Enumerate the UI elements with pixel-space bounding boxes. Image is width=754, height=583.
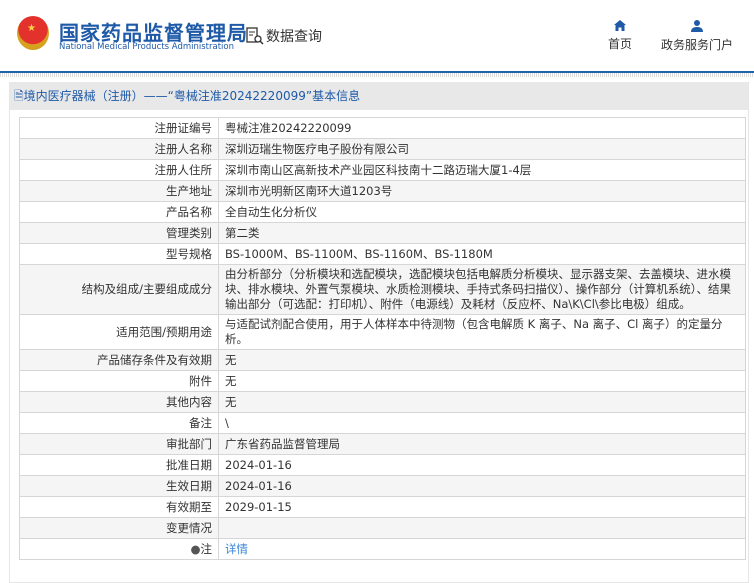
field-label: 其他内容 [19,391,219,413]
table-row: 审批部门 广东省药品监督管理局 [19,433,746,455]
field-value: 无 [218,349,746,371]
field-label: 备注 [19,412,219,434]
table-row: 产品储存条件及有效期无 [19,349,746,371]
field-label: 适用范围/预期用途 [19,314,219,350]
field-label: 注册证编号 [19,117,219,139]
field-label: 注册人名称 [19,138,219,160]
table-row: 附件无 [19,370,746,392]
details-link[interactable]: 详情 [225,542,248,556]
data-query-label: 数据查询 [266,29,322,45]
national-emblem-logo: ★ [17,16,49,50]
panel-title: 🗎境内医疗器械（注册）——“粤械注准20242220099”基本信息 [10,82,748,110]
table-row: 生产地址 深圳市光明新区南环大道1203号 [19,180,746,202]
table-row: 批准日期 2024-01-16 [19,454,746,476]
field-label: 变更情况 [19,517,219,539]
field-value: \ [218,412,746,434]
field-label: 管理类别 [19,222,219,244]
divider [0,73,754,77]
panel-title-text: 境内医疗器械（注册）——“粤械注准20242220099”基本信息 [23,89,361,103]
field-value: 2024-01-16 [218,454,746,476]
user-icon [691,20,703,32]
table-row-note: ●注 详情 [19,538,746,560]
home-icon [614,20,626,31]
nav-home[interactable]: 首页 [608,20,632,52]
field-label: 注册人住所 [19,159,219,181]
field-label: 产品储存条件及有效期 [19,349,219,371]
field-value: 深圳市南山区高新技术产业园区科技南十二路迈瑞大厦1-4层 [218,159,746,181]
detail-table: 注册证编号 粤械注准20242220099 注册人名称 深圳迈瑞生物医疗电子股份有限公… [19,117,746,560]
table-row: 适用范围/预期用途 与适配试剂配合使用，用于人体样本中待测物（包含电解质 K 离子… [19,314,746,350]
detail-panel: 🗎境内医疗器械（注册）——“粤械注准20242220099”基本信息 注册证编号… [9,82,749,583]
field-label: 批准日期 [19,454,219,476]
note-label: 注 [200,541,213,556]
table-row: 有效期至 2029-01-15 [19,496,746,518]
table-row: 注册人住所 深圳市南山区高新技术产业园区科技南十二路迈瑞大厦1-4层 [19,159,746,181]
document-search-icon [246,27,264,45]
field-value: 无 [218,370,746,392]
table-row: 管理类别 第二类 [19,222,746,244]
field-label: 结构及组成/主要组成成分 [19,264,219,315]
field-label: 附件 [19,370,219,392]
field-label: 型号规格 [19,243,219,265]
table-row: 产品名称 全自动生化分析仪 [19,201,746,223]
table-row: 其他内容无 [19,391,746,413]
field-value: 第二类 [218,222,746,244]
field-value: 与适配试剂配合使用，用于人体样本中待测物（包含电解质 K 离子、Na 离子、Cl… [218,314,746,350]
document-icon: 🗎 [14,89,24,103]
lightbulb-icon: ● [190,541,201,556]
field-value: 深圳迈瑞生物医疗电子股份有限公司 [218,138,746,160]
nav-home-label: 首页 [608,37,633,51]
table-row: 生效日期 2024-01-16 [19,475,746,497]
table-row: 注册证编号 粤械注准20242220099 [19,117,746,139]
nav-government-portal[interactable]: 政务服务门户 [661,20,733,53]
field-value: 全自动生化分析仪 [218,201,746,223]
table-row: 注册人名称 深圳迈瑞生物医疗电子股份有限公司 [19,138,746,160]
field-value: 2029-01-15 [218,496,746,518]
field-value: 2024-01-16 [218,475,746,497]
table-row: 结构及组成/主要组成成分 由分析部分（分析模块和选配模块，选配模块包括电解质分析模… [19,264,746,315]
nav-portal-label: 政务服务门户 [661,38,734,52]
table-row: 变更情况 [19,517,746,539]
field-value: 无 [218,391,746,413]
field-value: BS-1000M、BS-1100M、BS-1160M、BS-1180M [218,243,746,265]
field-value [218,517,746,539]
site-header: ★ 国家药品监督管理局 National Medical Products Ad… [0,0,754,73]
field-label: ●注 [19,538,219,560]
logo-subtitle: National Medical Products Administration [59,42,234,52]
field-value: 详情 [218,538,746,560]
field-label: 生产地址 [19,180,219,202]
field-label: 生效日期 [19,475,219,497]
table-row: 型号规格 BS-1000M、BS-1100M、BS-1160M、BS-1180M [19,243,746,265]
field-label: 有效期至 [19,496,219,518]
field-label: 产品名称 [19,201,219,223]
field-value: 深圳市光明新区南环大道1203号 [218,180,746,202]
field-value: 广东省药品监督管理局 [218,433,746,455]
field-value: 由分析部分（分析模块和选配模块，选配模块包括电解质分析模块、显示器支架、去盖模块… [218,264,746,315]
field-value: 粤械注准20242220099 [218,117,746,139]
table-row: 备注 \ [19,412,746,434]
field-label: 审批部门 [19,433,219,455]
data-query-heading: 数据查询 [246,26,322,46]
